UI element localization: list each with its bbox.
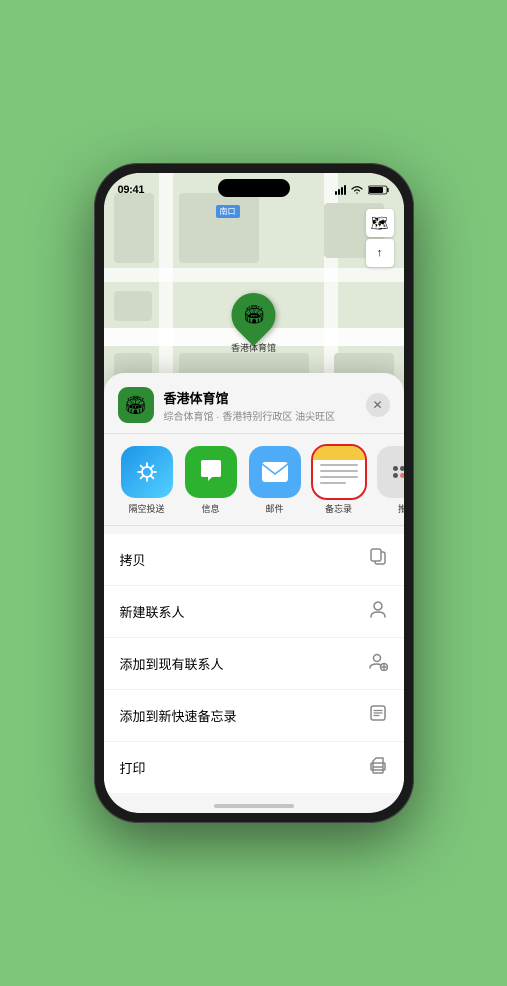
airdrop-label: 隔空投送 — [128, 502, 164, 515]
share-more[interactable]: 推 — [374, 446, 404, 515]
messages-icon — [185, 446, 237, 498]
mail-label: 邮件 — [265, 502, 283, 515]
map-label-nankou: 南口 — [216, 205, 240, 218]
status-time: 09:41 — [118, 184, 145, 196]
messages-label: 信息 — [201, 502, 219, 515]
venue-sheet-icon: 🏟 — [118, 387, 154, 423]
print-icon — [368, 755, 388, 780]
add-existing-icon — [368, 651, 388, 676]
notes-header — [313, 446, 365, 460]
mail-svg — [260, 460, 290, 484]
bottom-sheet: 🏟 香港体育馆 综合体育馆 · 香港特别行政区 油尖旺区 ✕ — [104, 373, 404, 813]
action-add-existing[interactable]: 添加到现有联系人 — [104, 638, 404, 690]
messages-svg — [196, 457, 226, 487]
mail-icon — [249, 446, 301, 498]
notes-icon-wrap — [313, 446, 365, 498]
action-add-existing-label: 添加到现有联系人 — [120, 654, 224, 673]
block1 — [114, 193, 154, 263]
road-h1 — [104, 268, 404, 282]
location-button[interactable]: ↑ — [366, 239, 394, 267]
dot1 — [393, 466, 398, 471]
map-type-button[interactable]: 🗺 — [366, 209, 394, 237]
dot2 — [400, 466, 404, 471]
quick-note-icon — [368, 703, 388, 728]
action-print[interactable]: 打印 — [104, 742, 404, 793]
bar2 — [338, 189, 340, 195]
dot-row2 — [393, 473, 404, 478]
venue-info: 香港体育馆 综合体育馆 · 香港特别行政区 油尖旺区 — [164, 388, 366, 423]
action-new-contact[interactable]: 新建联系人 — [104, 586, 404, 638]
phone-frame: 09:41 — [94, 163, 414, 823]
share-mail[interactable]: 邮件 — [246, 446, 304, 515]
notes-line4 — [320, 482, 347, 484]
dynamic-island — [218, 179, 290, 197]
battery-icon — [368, 185, 390, 195]
copy-icon — [368, 547, 388, 572]
map-controls[interactable]: 🗺 ↑ — [366, 209, 394, 267]
share-messages[interactable]: 信息 — [182, 446, 240, 515]
pin-circle: 🏟 — [222, 284, 284, 346]
block2 — [179, 193, 259, 263]
more-icon — [377, 446, 404, 498]
venue-sheet-name: 香港体育馆 — [164, 388, 366, 407]
action-new-contact-label: 新建联系人 — [120, 602, 185, 621]
action-print-label: 打印 — [120, 758, 146, 777]
bar3 — [341, 187, 343, 195]
notes-line3 — [320, 476, 358, 478]
close-button[interactable]: ✕ — [366, 393, 390, 417]
wifi-icon — [350, 185, 364, 195]
airdrop-icon — [121, 446, 173, 498]
venue-sheet-sub: 综合体育馆 · 香港特别行政区 油尖旺区 — [164, 408, 366, 423]
new-contact-icon — [368, 599, 388, 624]
action-copy-label: 拷贝 — [120, 550, 146, 569]
share-airdrop[interactable]: 隔空投送 — [118, 446, 176, 515]
status-icons — [335, 185, 390, 195]
more-dots-wrap — [393, 466, 404, 479]
venue-pin[interactable]: 🏟 香港体育馆 — [231, 293, 276, 354]
bar1 — [335, 191, 337, 195]
notes-lines — [320, 464, 358, 484]
airdrop-svg — [133, 458, 161, 486]
more-label: 推 — [398, 502, 404, 515]
share-row: 隔空投送 信息 — [104, 434, 404, 526]
pin-emoji: 🏟 — [242, 305, 265, 326]
bar4 — [344, 185, 346, 195]
notes-label: 备忘录 — [325, 502, 352, 515]
dot5 — [400, 473, 404, 478]
action-copy[interactable]: 拷贝 — [104, 534, 404, 586]
sheet-header: 🏟 香港体育馆 综合体育馆 · 香港特别行政区 油尖旺区 ✕ — [104, 373, 404, 434]
block4 — [114, 291, 152, 321]
action-quick-note[interactable]: 添加到新快速备忘录 — [104, 690, 404, 742]
notes-line1 — [320, 464, 358, 466]
share-notes[interactable]: 备忘录 — [310, 446, 368, 515]
phone-screen: 09:41 — [104, 173, 404, 813]
signal-bars — [335, 185, 346, 195]
home-indicator-area — [104, 793, 404, 813]
dot-row1 — [393, 466, 404, 471]
dot4 — [393, 473, 398, 478]
action-quick-note-label: 添加到新快速备忘录 — [120, 706, 237, 725]
notes-line2 — [320, 470, 358, 472]
action-list: 拷贝 新建联系人 — [104, 534, 404, 793]
home-indicator — [214, 804, 294, 808]
